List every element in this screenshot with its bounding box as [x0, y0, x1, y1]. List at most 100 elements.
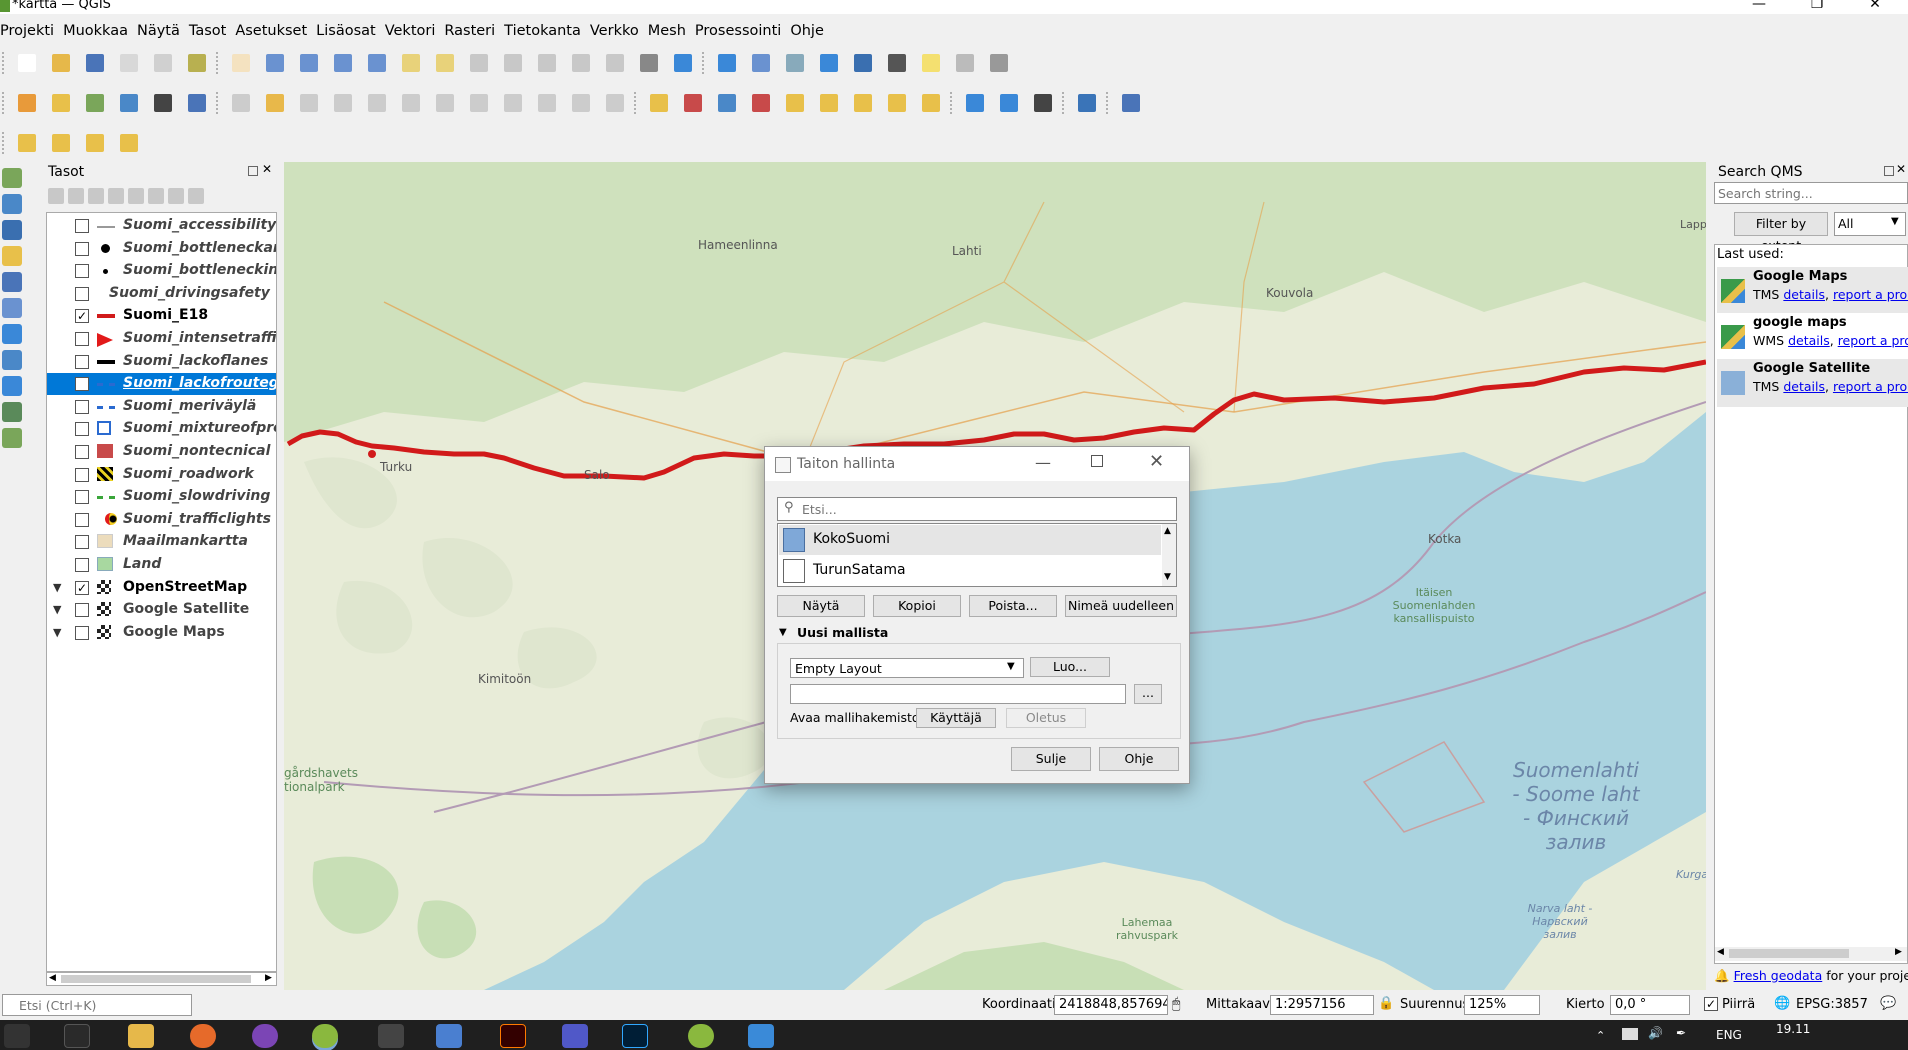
layer-visibility-checkbox[interactable] [75, 264, 89, 279]
statistics-icon[interactable] [783, 51, 807, 75]
layer-visibility-checkbox[interactable] [75, 332, 89, 346]
scroll-left-icon[interactable]: ◀ [1717, 947, 1724, 957]
rename-layout-button[interactable]: Nimeä uudelleen [1065, 595, 1177, 617]
layer-row[interactable]: Suomi_nontecnical [47, 441, 276, 463]
toolbar-grip[interactable] [950, 92, 954, 114]
menu-rasteri[interactable]: Rasteri [444, 20, 504, 42]
layer-row[interactable]: Suomi_bottleneckarea [47, 238, 276, 260]
menu-muokkaa[interactable]: Muokkaa [63, 20, 137, 42]
vertex-tool-icon[interactable] [365, 91, 389, 115]
layer-row[interactable]: Suomi_slowdriving [47, 486, 276, 508]
paste-features-icon[interactable] [535, 91, 559, 115]
filter-by-extent-button[interactable]: Filter by extent [1734, 212, 1828, 253]
layer-visibility-checkbox[interactable] [75, 377, 89, 392]
layer-visibility-checkbox[interactable] [75, 445, 89, 459]
user-dir-button[interactable]: Käyttäjä [916, 708, 996, 728]
layer-row[interactable]: Suomi_accessibility [47, 215, 276, 237]
zoom-full-icon[interactable] [365, 51, 389, 75]
layout-item[interactable]: TurunSatama [779, 556, 1161, 586]
new-shapefile-icon[interactable] [83, 91, 107, 115]
style-manager-icon[interactable] [185, 51, 209, 75]
maximize-icon[interactable] [1091, 455, 1103, 467]
zoom-out-icon[interactable] [331, 51, 355, 75]
new-temp-layer-icon[interactable] [151, 91, 175, 115]
layer-row[interactable]: ▼ ✓ OpenStreetMap [47, 577, 276, 599]
move-label-icon[interactable] [851, 91, 875, 115]
add-raster-icon[interactable] [2, 194, 22, 214]
show-hide-label-icon[interactable] [817, 91, 841, 115]
layout-search-field[interactable]: ⚲ [777, 497, 1177, 521]
qms-details-link[interactable]: details [1783, 379, 1825, 394]
layer-row[interactable]: Suomi_lackofrouteguidance [47, 373, 276, 396]
new-geopackage-icon[interactable] [49, 91, 73, 115]
menu-näytä[interactable]: Näytä [137, 20, 189, 42]
data-source-manager-icon[interactable] [15, 91, 39, 115]
add-wms-icon[interactable] [2, 324, 22, 344]
filter-expression-icon[interactable] [128, 188, 144, 204]
add-xyz-icon[interactable] [2, 376, 22, 396]
scroll-right-icon[interactable]: ▶ [1895, 947, 1902, 957]
new-virtual-layer-icon[interactable] [185, 91, 209, 115]
layer-row[interactable]: Land [47, 554, 276, 576]
annotation-icon[interactable] [987, 51, 1011, 75]
layout-list-scrollbar[interactable]: ▲ ▼ [1162, 524, 1176, 586]
layer-visibility-checkbox[interactable] [75, 535, 89, 550]
edits-icon[interactable] [229, 91, 253, 115]
layout-list[interactable]: KokoSuomi TurunSatama ▲ ▼ [777, 523, 1177, 587]
change-label-icon[interactable] [919, 91, 943, 115]
toolbar-grip[interactable] [2, 92, 6, 114]
zoom-to-selection-icon[interactable] [399, 51, 423, 75]
deselect-icon[interactable] [49, 131, 73, 155]
layer-visibility-checkbox[interactable] [75, 241, 89, 256]
close-dialog-button[interactable]: Sulje [1011, 747, 1091, 771]
zoom-next-icon[interactable] [535, 51, 559, 75]
layout-item[interactable]: KokoSuomi [779, 525, 1161, 555]
layer-visibility-checkbox[interactable] [75, 490, 89, 505]
lock-icon[interactable]: 🔒 [1378, 996, 1394, 1011]
copy-features-icon[interactable] [501, 91, 525, 115]
rotation-field[interactable]: 0,0 ° [1610, 995, 1690, 1015]
scale-field[interactable]: 1:2957156 [1270, 995, 1374, 1015]
copy-layout-button[interactable]: Kopioi [873, 595, 961, 617]
refresh-icon[interactable] [671, 51, 695, 75]
filter-legend-icon[interactable] [108, 188, 124, 204]
sum-icon[interactable] [851, 51, 875, 75]
redo-icon[interactable] [603, 91, 627, 115]
new-bookmark-icon[interactable] [569, 51, 593, 75]
scroll-thumb[interactable] [61, 975, 251, 983]
coordinate-field[interactable]: 2418848,8576942 [1054, 995, 1168, 1015]
select-icon[interactable] [953, 51, 977, 75]
delete-layout-button[interactable]: Poista... [969, 595, 1057, 617]
menu-mesh[interactable]: Mesh [648, 20, 695, 42]
zoom-in-icon[interactable] [297, 51, 321, 75]
locator-search-input[interactable] [2, 994, 192, 1016]
qms-search-icon[interactable] [997, 91, 1021, 115]
toolbar-grip[interactable] [216, 92, 220, 114]
add-group-icon[interactable] [68, 188, 84, 204]
osm-icon[interactable] [963, 91, 987, 115]
scroll-up-icon[interactable]: ▲ [1164, 526, 1171, 536]
zoom-native-icon[interactable] [467, 51, 491, 75]
expand-arrow-icon[interactable]: ▼ [53, 603, 61, 616]
layer-row[interactable]: Suomi_lackoflanes [47, 351, 276, 373]
identify-icon[interactable] [715, 51, 739, 75]
qms-report-link[interactable]: report a problem [1838, 333, 1908, 348]
layer-row[interactable]: ▼ Google Maps [47, 622, 276, 644]
float-panel-icon[interactable] [1884, 166, 1894, 176]
template-path-input[interactable] [790, 684, 1126, 704]
toolbar-grip[interactable] [2, 52, 6, 74]
toggle-extents-icon[interactable]: 🖱 [1172, 996, 1180, 1012]
layer-visibility-checkbox[interactable] [75, 467, 89, 482]
close-icon[interactable]: ✕ [1149, 451, 1164, 472]
layer-row[interactable]: Suomi_roadwork [47, 464, 276, 486]
tips-icon[interactable] [919, 51, 943, 75]
layer-row[interactable]: Suomi_mixtureofproblems [47, 418, 276, 440]
layers-h-scrollbar[interactable]: ◀ ▶ [46, 972, 277, 986]
digitize-icon[interactable] [331, 91, 355, 115]
layer-tree[interactable]: Suomi_accessibility Suomi_bottleneckarea S… [46, 212, 277, 972]
diagram-icon[interactable] [715, 91, 739, 115]
pan-to-selection-icon[interactable] [263, 51, 287, 75]
float-panel-icon[interactable] [248, 166, 258, 176]
help-icon[interactable] [1119, 91, 1143, 115]
menu-ohje[interactable]: Ohje [790, 20, 833, 42]
